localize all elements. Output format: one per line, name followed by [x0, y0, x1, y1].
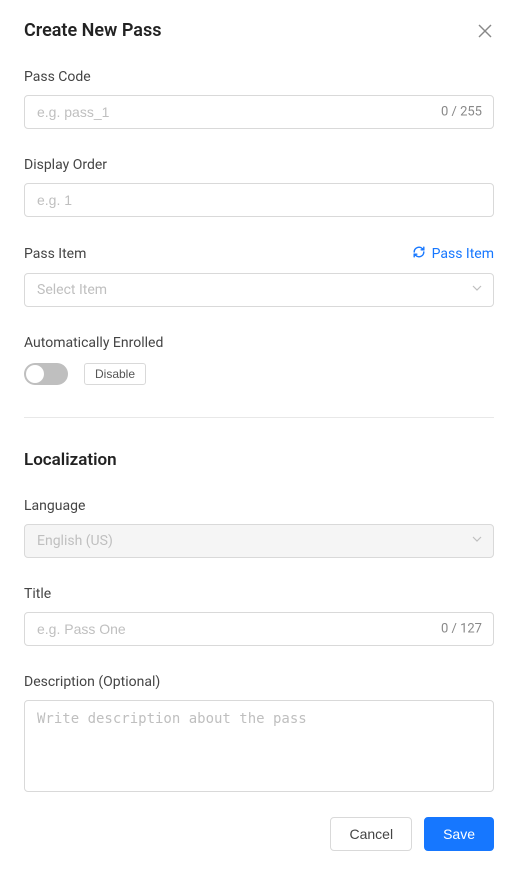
title-input[interactable] [24, 612, 494, 646]
display-order-input[interactable] [24, 183, 494, 217]
modal-title: Create New Pass [24, 20, 161, 41]
pass-code-counter: 0 / 255 [441, 105, 482, 120]
save-button[interactable]: Save [424, 817, 494, 851]
field-display-order: Display Order [24, 157, 494, 217]
field-title: Title 0 / 127 [24, 586, 494, 646]
disable-button[interactable]: Disable [84, 363, 146, 385]
title-counter: 0 / 127 [441, 622, 482, 637]
description-label: Description (Optional) [24, 674, 160, 690]
section-divider [24, 417, 494, 418]
pass-code-input[interactable] [24, 95, 494, 129]
auto-enrolled-label: Automatically Enrolled [24, 335, 163, 351]
pass-item-refresh-link[interactable]: Pass Item [412, 245, 494, 263]
pass-item-select[interactable]: Select Item [24, 273, 494, 307]
description-textarea[interactable] [24, 700, 494, 792]
language-label: Language [24, 498, 85, 514]
close-icon[interactable] [476, 22, 494, 40]
language-value: English (US) [37, 533, 113, 549]
refresh-icon [412, 245, 426, 263]
toggle-knob [26, 365, 44, 383]
auto-enrolled-toggle[interactable] [24, 363, 68, 385]
pass-item-label: Pass Item [24, 246, 86, 262]
modal-header: Create New Pass [0, 0, 518, 41]
pass-item-placeholder: Select Item [37, 282, 107, 298]
field-language: Language English (US) [24, 498, 494, 558]
display-order-label: Display Order [24, 157, 107, 173]
chevron-down-icon [471, 282, 483, 298]
create-pass-modal: Create New Pass Pass Code 0 / 255 Displa… [0, 0, 518, 869]
pass-code-label: Pass Code [24, 69, 91, 85]
localization-heading: Localization [24, 450, 494, 470]
field-description: Description (Optional) 0 / 1024 [24, 674, 494, 803]
language-select[interactable]: English (US) [24, 524, 494, 558]
field-pass-item: Pass Item Pass Item Select Item [24, 245, 494, 307]
pass-item-refresh-text: Pass Item [432, 246, 494, 262]
field-pass-code: Pass Code 0 / 255 [24, 69, 494, 129]
field-auto-enrolled: Automatically Enrolled Disable [24, 335, 494, 385]
title-label: Title [24, 586, 51, 602]
chevron-down-icon [471, 533, 483, 549]
modal-footer: Cancel Save [0, 803, 518, 869]
modal-body: Pass Code 0 / 255 Display Order Pass Ite… [0, 41, 518, 803]
cancel-button[interactable]: Cancel [330, 817, 412, 851]
